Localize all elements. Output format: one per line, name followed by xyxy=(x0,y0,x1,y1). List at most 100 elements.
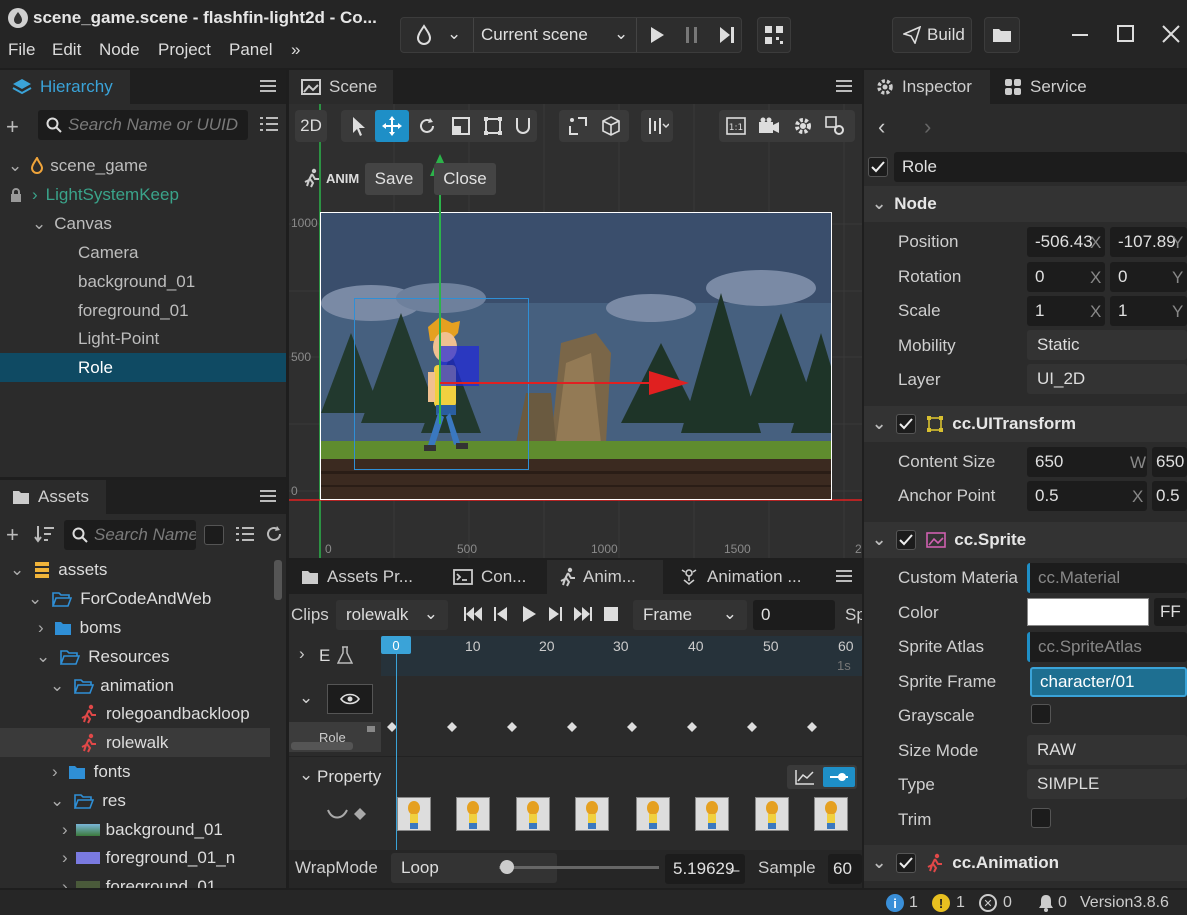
sprite-keyframe[interactable] xyxy=(636,797,670,831)
tab-hierarchy[interactable]: Hierarchy xyxy=(0,70,130,104)
panel-menu-icon[interactable] xyxy=(258,486,278,506)
tab-assets[interactable]: Assets xyxy=(0,480,106,514)
asset-item-foreground_01[interactable]: › foreground_01 xyxy=(0,872,270,888)
node-name-input[interactable]: Role xyxy=(894,152,1187,182)
menu-file[interactable]: File xyxy=(8,40,35,60)
sprite-atlas-input[interactable]: cc.SpriteAtlas xyxy=(1027,632,1187,662)
chevron-right-icon[interactable]: › xyxy=(32,185,38,205)
chevron-right-icon[interactable]: › xyxy=(62,820,68,840)
duration-input[interactable]: 5.19629̶ xyxy=(665,854,745,884)
panel-menu-icon[interactable] xyxy=(258,76,278,96)
tree-item-role[interactable]: Role xyxy=(0,353,286,382)
section-animation[interactable]: ⌄ cc.Animation xyxy=(864,845,1187,881)
chevron-down-icon[interactable]: ⌄ xyxy=(50,676,64,696)
anim-save-button[interactable]: Save xyxy=(365,163,423,195)
chevron-down-icon[interactable]: ⌄ xyxy=(36,647,50,667)
error-icon[interactable]: ✕ xyxy=(979,894,997,912)
uitransform-enabled-checkbox[interactable] xyxy=(896,414,917,434)
assets-scrollbar[interactable] xyxy=(274,560,282,600)
asset-item-animation[interactable]: ⌄ animation xyxy=(0,671,270,700)
sprite-keyframe[interactable] xyxy=(695,797,729,831)
refresh-icon[interactable] xyxy=(264,524,284,544)
tab-service[interactable]: Service xyxy=(992,70,1110,104)
next-frame-icon[interactable] xyxy=(547,606,563,622)
asset-item-background_01[interactable]: › background_01 xyxy=(0,815,270,844)
scene-select[interactable]: Current scene xyxy=(481,25,588,45)
anim-close-button[interactable]: Close xyxy=(434,163,496,195)
pivot-icon[interactable] xyxy=(564,114,592,138)
chevron-down-icon[interactable]: ⌄ xyxy=(50,791,64,811)
size-mode-select[interactable]: RAW xyxy=(1027,735,1187,765)
tree-item-foreground_01[interactable]: foreground_01 xyxy=(0,296,286,325)
sprite-keyframe[interactable] xyxy=(397,797,431,831)
qr-code-icon[interactable] xyxy=(757,17,791,53)
curve-icon[interactable] xyxy=(789,767,821,787)
chevron-down-icon[interactable]: ⌄ xyxy=(32,214,46,234)
chevron-down-icon[interactable]: ⌄ xyxy=(28,589,42,609)
clip-select[interactable]: rolewalk ⌄ xyxy=(336,600,448,630)
close-window-icon[interactable] xyxy=(1161,24,1181,44)
panel-menu-icon[interactable] xyxy=(834,76,854,96)
animation-enabled-checkbox[interactable] xyxy=(896,853,917,873)
step-icon[interactable] xyxy=(718,26,736,44)
build-button[interactable]: Build xyxy=(892,17,972,53)
filter-checkbox[interactable] xyxy=(204,525,224,545)
track-scrollbar[interactable] xyxy=(291,742,353,750)
chevron-down-icon[interactable]: ⌄ xyxy=(10,560,24,580)
asset-item-rolegoandbackloop[interactable]: rolegoandbackloop xyxy=(0,699,270,728)
chevron-down-icon[interactable]: ⌄ xyxy=(447,24,461,44)
tree-item-canvas[interactable]: ⌄ Canvas xyxy=(0,209,286,238)
play-icon[interactable] xyxy=(521,605,537,623)
content-size-h-input[interactable]: 650 xyxy=(1152,447,1187,477)
tree-item-light-point[interactable]: Light-Point xyxy=(0,324,286,353)
playhead-marker[interactable]: 0 xyxy=(381,636,411,654)
open-folder-icon[interactable] xyxy=(984,17,1020,53)
chevron-right-icon[interactable]: › xyxy=(52,762,58,782)
minimize-icon[interactable] xyxy=(1070,24,1090,44)
tab-animation-graph[interactable]: Animation ... xyxy=(667,560,827,594)
asset-item-forcodeandweb[interactable]: ⌄ ForCodeAndWeb xyxy=(0,584,270,613)
select-cursor-icon[interactable] xyxy=(345,114,373,138)
chevron-down-icon[interactable]: ⌄ xyxy=(8,156,22,176)
tree-item-scene_game[interactable]: ⌄ scene_game xyxy=(0,151,286,180)
cube-local-icon[interactable] xyxy=(597,114,625,138)
chevron-down-icon[interactable]: ⌄ xyxy=(872,530,886,550)
tab-scene[interactable]: Scene xyxy=(289,70,393,104)
pause-icon[interactable] xyxy=(684,26,700,44)
sprite-keyframe[interactable] xyxy=(456,797,490,831)
keyframe-mode-icon[interactable] xyxy=(823,767,855,787)
menu-project[interactable]: Project xyxy=(158,40,211,60)
tab-assets-preview[interactable]: Assets Pr... xyxy=(289,560,437,594)
chevron-right-icon[interactable]: › xyxy=(38,618,44,638)
sort-list-icon[interactable] xyxy=(234,524,256,544)
sprite-keyframe[interactable] xyxy=(575,797,609,831)
speed-slider-thumb[interactable] xyxy=(500,860,514,874)
move-tool-icon[interactable] xyxy=(375,110,409,142)
stop-icon[interactable] xyxy=(603,606,619,622)
engine-droplet-icon[interactable] xyxy=(415,24,433,46)
sprite-keyframe[interactable] xyxy=(814,797,848,831)
sample-input[interactable]: 60 xyxy=(828,854,862,884)
tab-animation[interactable]: Anim... xyxy=(547,560,663,594)
warning-icon[interactable]: ! xyxy=(932,894,950,912)
align-icon[interactable] xyxy=(644,114,672,138)
scene-viewport[interactable]: 2D 1:1 ANIM Save Close 1000 500 0 0 500 … xyxy=(289,104,862,558)
keyframe-row[interactable] xyxy=(381,722,862,754)
menu-node[interactable]: Node xyxy=(99,40,140,60)
hierarchy-search-input[interactable]: Search Name or UUID xyxy=(38,110,248,140)
jump-first-icon[interactable] xyxy=(463,606,483,622)
chevron-down-icon[interactable]: ⌄ xyxy=(299,765,313,785)
asset-item-res[interactable]: ⌄ res xyxy=(0,786,270,815)
anchor-x-input[interactable]: 0.5 xyxy=(1027,481,1147,511)
bell-icon[interactable] xyxy=(1038,894,1054,912)
assets-search-input[interactable]: Search Name xyxy=(64,520,196,550)
ratio-icon[interactable]: 1:1 xyxy=(722,114,750,138)
lock-icon[interactable] xyxy=(10,187,22,202)
chevron-down-icon[interactable]: ⌄ xyxy=(872,194,886,214)
sort-icon[interactable] xyxy=(34,524,56,544)
sprite-keyframe[interactable] xyxy=(516,797,550,831)
chevron-right-icon[interactable]: › xyxy=(62,877,68,889)
chevron-down-icon[interactable]: ⌄ xyxy=(872,414,886,434)
sprite-keyframe[interactable] xyxy=(755,797,789,831)
section-uitransform[interactable]: ⌄ cc.UITransform xyxy=(864,406,1187,442)
